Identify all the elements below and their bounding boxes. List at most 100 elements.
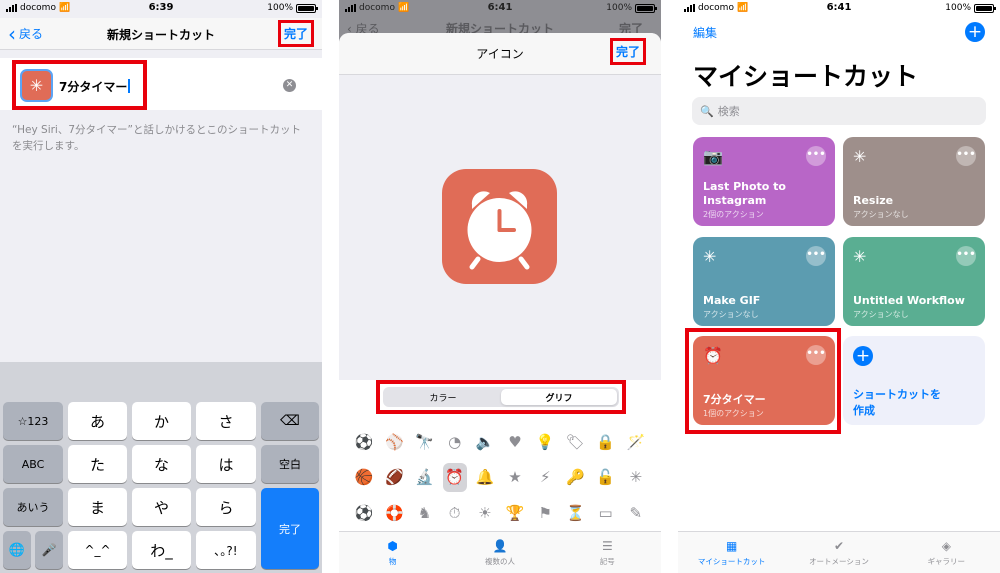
backspace-key[interactable]: ⌫ (261, 402, 319, 440)
key-ta[interactable]: た (68, 445, 127, 483)
more-icon[interactable]: ••• (956, 246, 976, 266)
ball-icon[interactable]: ⚽ (349, 495, 379, 531)
bolt-icon[interactable]: ⚡ (530, 460, 560, 496)
tab-symbols[interactable]: ☰ 記号 (554, 532, 661, 573)
bell-icon[interactable]: 🔔 (470, 460, 500, 496)
key-numbers[interactable]: ☆123 (3, 402, 63, 440)
shortcut-card[interactable]: 📷 ••• Last Photo to Instagram 2個のアクション (693, 137, 835, 226)
key-kana[interactable]: あいう (3, 488, 63, 526)
segment-glyph[interactable]: グリフ (501, 389, 617, 405)
tab-gallery[interactable]: ◈ ギャラリー (893, 532, 1000, 573)
shortcut-card[interactable]: ✳ ••• Make GIF アクションなし (693, 237, 835, 326)
more-icon[interactable]: ••• (956, 146, 976, 166)
status-bar: docomo 📶 6:39 100% (0, 0, 322, 18)
key-na[interactable]: な (132, 445, 191, 483)
battery-glyph-icon[interactable]: ▭ (591, 495, 621, 531)
done-button[interactable]: 完了 (610, 38, 647, 65)
microphone-icon[interactable]: 🎤 (35, 531, 63, 569)
key-kaomoji[interactable]: ^_^ (68, 531, 127, 569)
key-sa[interactable]: さ (196, 402, 256, 440)
speaker-icon[interactable]: 🔈 (470, 424, 500, 460)
key-ra[interactable]: ら (196, 488, 256, 526)
key-punctuation[interactable]: ､｡?! (196, 531, 256, 569)
lightbulb-icon[interactable]: 💡 (530, 424, 560, 460)
clear-text-icon[interactable]: ✕ (283, 79, 296, 92)
pen-icon[interactable]: ✎ (621, 495, 651, 531)
shortcut-name-value: 7分タイマー (59, 79, 128, 94)
camera-icon: 📷 (703, 147, 723, 166)
more-icon[interactable]: ••• (806, 146, 826, 166)
status-bar: docomo 📶 6:41 100% (339, 0, 661, 18)
unlock-icon[interactable]: 🔓 (591, 460, 621, 496)
icon-sheet: アイコン 完了 カラー グリフ ⚽ ⚾ 🔭 ◔ 🔈 ♥ 💡 🏷 🔒 🪄 🏀 🏈 … (339, 33, 661, 573)
telescope-icon[interactable]: 🔭 (409, 424, 439, 460)
tab-my-shortcuts[interactable]: ▦ マイショートカット (678, 532, 785, 573)
tab-automation[interactable]: ✔ オートメーション (785, 532, 892, 573)
done-button[interactable]: 完了 (278, 20, 315, 47)
battery-icon (296, 3, 318, 13)
sparkle-icon[interactable]: ✳ (621, 460, 651, 496)
create-shortcut-card[interactable]: + ショートカットを 作成 (843, 336, 985, 425)
key-wa[interactable]: わ_ (132, 531, 191, 569)
stopwatch-icon[interactable]: ⏱ (440, 495, 470, 531)
keyboard-done-key[interactable]: 完了 (261, 488, 319, 569)
baseball-icon[interactable]: ⚾ (379, 424, 409, 460)
battery-percent: 100% (606, 3, 632, 13)
add-shortcut-icon[interactable]: + (965, 22, 985, 42)
alarm-clock-icon (442, 169, 557, 284)
globe-icon[interactable]: 🌐 (3, 531, 31, 569)
trophy-icon[interactable]: 🏆 (500, 495, 530, 531)
battery-percent: 100% (945, 3, 971, 13)
card-subtitle: 2個のアクション (703, 210, 764, 219)
lifebuoy-icon[interactable]: 🛟 (379, 495, 409, 531)
tab-objects[interactable]: ⬢ 物 (339, 532, 446, 573)
shortcut-card[interactable]: ✳ ••• Resize アクションなし (843, 137, 985, 226)
key-icon[interactable]: 🔑 (560, 460, 590, 496)
football-icon[interactable]: 🏈 (379, 460, 409, 496)
chess-knight-icon[interactable]: ♞ (409, 495, 439, 531)
shortcut-name-input[interactable]: 7分タイマー (59, 76, 131, 95)
segment-color[interactable]: カラー (385, 389, 501, 405)
sparkle-icon: ✳ (853, 147, 867, 166)
tab-people[interactable]: 👤 複数の人 (446, 532, 553, 573)
key-ma[interactable]: ま (68, 488, 127, 526)
key-a[interactable]: あ (68, 402, 127, 440)
space-key[interactable]: 空白 (261, 445, 319, 483)
edit-button[interactable]: 編集 (693, 24, 717, 41)
clock-icon[interactable]: ◔ (440, 424, 470, 460)
shortcut-card[interactable]: ✳ ••• Untitled Workflow アクションなし (843, 237, 985, 326)
microscope-icon[interactable]: 🔬 (409, 460, 439, 496)
key-ka[interactable]: か (132, 402, 191, 440)
hourglass-icon[interactable]: ⏳ (560, 495, 590, 531)
lock-icon[interactable]: 🔒 (591, 424, 621, 460)
icon-preview-area (339, 75, 661, 380)
card-title: Make GIF (703, 294, 761, 307)
segment-highlight: カラー グリフ (376, 380, 626, 414)
magic-wand-icon[interactable]: 🪄 (621, 424, 651, 460)
sheet-header: アイコン 完了 (339, 33, 661, 75)
siri-hint-text: “Hey Siri、7分タイマー”と話しかけるとこのショートカットを実行します。 (12, 124, 301, 152)
sunrise-icon[interactable]: ☀ (470, 495, 500, 531)
page-title: 新規ショートカット (106, 28, 215, 42)
soccer-ball-icon[interactable]: ⚽ (349, 424, 379, 460)
key-abc[interactable]: ABC (3, 445, 63, 483)
flag-icon[interactable]: ⚑ (530, 495, 560, 531)
battery-icon (974, 3, 996, 13)
name-row: ✳ 7分タイマー ✕ (0, 58, 322, 110)
search-field[interactable]: 🔍 検索 (692, 97, 986, 125)
keyboard: ☆123 あ か さ ⌫ ABC た な は 空白 あいう ま や ら 完了 🌐… (0, 362, 322, 573)
sparkle-icon: ✳ (703, 247, 717, 266)
basketball-icon[interactable]: 🏀 (349, 460, 379, 496)
tab-my-shortcuts-label: マイショートカット (697, 556, 766, 566)
shortcut-icon-button[interactable]: ✳ (20, 68, 53, 102)
heart-icon[interactable]: ♥ (500, 424, 530, 460)
star-icon[interactable]: ★ (500, 460, 530, 496)
more-icon[interactable]: ••• (806, 246, 826, 266)
status-bar: docomo 📶 6:41 100% (678, 0, 1000, 18)
key-ya[interactable]: や (132, 488, 191, 526)
key-ha[interactable]: は (196, 445, 256, 483)
card-title: Last Photo to Instagram (703, 180, 786, 207)
battery-percent: 100% (267, 3, 293, 13)
tag-icon[interactable]: 🏷 (560, 424, 590, 460)
alarm-icon[interactable]: ⏰ (442, 462, 467, 492)
